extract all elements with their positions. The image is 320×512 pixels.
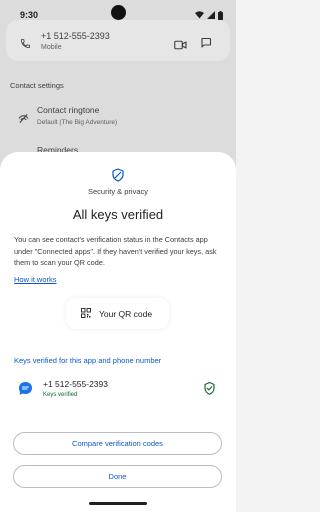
phone-icon: [20, 36, 31, 54]
section-title: Contact settings: [10, 81, 64, 90]
verified-status: Keys verified: [43, 392, 78, 398]
wifi-icon: [195, 11, 204, 19]
qr-code-icon: [81, 305, 91, 323]
verification-bottom-sheet: [0, 152, 236, 512]
signal-icon: [207, 11, 215, 19]
battery-icon: [218, 10, 223, 20]
message-icon: [200, 36, 212, 54]
keys-verified-header: Keys verified for this app and phone num…: [14, 356, 162, 365]
how-it-works-link[interactable]: How it works: [14, 275, 57, 284]
verified-shield-icon: [204, 381, 215, 400]
compare-verification-codes-button[interactable]: Compare verification codes: [13, 432, 222, 455]
done-button[interactable]: Done: [13, 465, 222, 488]
sheet-description: You can see contact's verification statu…: [14, 235, 217, 267]
verified-phone-number: +1 512-555-2393: [43, 379, 108, 389]
status-icons: [195, 10, 223, 20]
security-shield-icon: [112, 168, 124, 187]
sheet-title: All keys verified: [72, 207, 164, 222]
ringtone-icon: [18, 111, 29, 129]
your-qr-code-button[interactable]: Your QR code: [66, 298, 169, 329]
phone-number: +1 512-555-2393: [41, 31, 110, 41]
sheet-label: Security & privacy: [87, 187, 149, 196]
video-call-icon: [174, 37, 187, 55]
qr-button-label: Your QR code: [99, 308, 153, 319]
front-camera: [111, 5, 126, 20]
ringtone-title: Contact ringtone: [37, 105, 100, 115]
gesture-nav-bar[interactable]: [89, 502, 147, 505]
phone-type: Mobile: [41, 44, 62, 51]
status-time: 9:30: [20, 10, 39, 20]
ringtone-value: Default (The Big Adventure): [37, 119, 118, 126]
messages-app-icon: [18, 381, 33, 401]
